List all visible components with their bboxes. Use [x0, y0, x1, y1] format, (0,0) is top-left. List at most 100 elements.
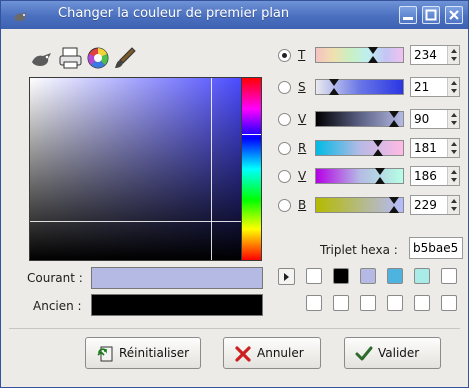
- channel-letter: V: [298, 169, 307, 183]
- slider-marker-bottom: [368, 56, 378, 63]
- channel-slider[interactable]: [315, 79, 404, 95]
- channel-letter: T: [298, 48, 306, 62]
- color-wheel-icon: [87, 47, 109, 69]
- slider-marker-top: [389, 197, 399, 204]
- watercolor-brush-icon: [115, 47, 136, 68]
- reset-label: Réinitialiser: [119, 346, 190, 360]
- history-swatch[interactable]: [306, 295, 322, 311]
- spin-up-icon[interactable]: [451, 170, 457, 174]
- spin-down-icon[interactable]: [451, 89, 457, 93]
- maximize-button[interactable]: [422, 6, 440, 24]
- previous-color-swatch[interactable]: [91, 294, 263, 316]
- tab-watercolor[interactable]: [112, 45, 138, 71]
- channel-slider[interactable]: [315, 197, 404, 213]
- slider-marker-bottom: [329, 88, 339, 95]
- history-swatch[interactable]: [360, 295, 376, 311]
- history-swatch[interactable]: [387, 295, 403, 311]
- ok-button[interactable]: Valider: [344, 337, 441, 369]
- spin-down-icon[interactable]: [451, 178, 457, 182]
- slider-marker-top: [373, 140, 383, 147]
- hue-strip[interactable]: [241, 77, 262, 261]
- channel-value-input[interactable]: [411, 139, 447, 157]
- maximize-icon: [425, 9, 437, 21]
- reset-icon: [97, 346, 113, 362]
- channel-radio[interactable]: [278, 142, 291, 155]
- previous-label: Ancien :: [33, 299, 82, 313]
- channel-value-input[interactable]: [411, 167, 447, 185]
- channel-slider[interactable]: [315, 168, 404, 184]
- spin-arrows[interactable]: [447, 196, 459, 214]
- channel-radio[interactable]: [278, 113, 291, 126]
- history-swatch[interactable]: [387, 268, 403, 284]
- tab-cmyk[interactable]: [58, 45, 84, 71]
- channel-radio[interactable]: [278, 49, 291, 62]
- cancel-button[interactable]: Annuler: [223, 337, 321, 369]
- current-label: Courant :: [27, 271, 83, 285]
- channel-letter: S: [298, 80, 306, 94]
- sv-crosshair-vertical: [211, 78, 212, 260]
- title-bar[interactable]: Changer la couleur de premier plan: [1, 1, 468, 29]
- spin-up-icon[interactable]: [451, 113, 457, 117]
- history-swatch[interactable]: [414, 295, 430, 311]
- history-swatch[interactable]: [360, 268, 376, 284]
- current-color-swatch: [91, 267, 263, 289]
- channel-letter: B: [298, 198, 307, 212]
- channel-radio[interactable]: [278, 170, 291, 183]
- add-to-history-button[interactable]: [278, 268, 295, 285]
- channel-value-input[interactable]: [411, 196, 447, 214]
- spin-down-icon[interactable]: [451, 57, 457, 61]
- slider-marker-top: [375, 168, 385, 175]
- history-swatch[interactable]: [333, 295, 349, 311]
- spin-arrows[interactable]: [447, 139, 459, 157]
- spin-down-icon[interactable]: [451, 150, 457, 154]
- close-icon: [449, 10, 459, 20]
- channel-spinbutton[interactable]: [410, 77, 460, 97]
- history-swatch[interactable]: [441, 295, 457, 311]
- minimize-button[interactable]: [399, 6, 417, 24]
- spin-up-icon[interactable]: [451, 199, 457, 203]
- channel-value-input[interactable]: [411, 78, 447, 96]
- channel-spinbutton[interactable]: [410, 109, 460, 129]
- close-button[interactable]: [445, 6, 463, 24]
- history-swatch[interactable]: [414, 268, 430, 284]
- spin-down-icon[interactable]: [451, 207, 457, 211]
- reset-button[interactable]: Réinitialiser: [85, 337, 201, 369]
- spin-down-icon[interactable]: [451, 121, 457, 125]
- hue-marker: [242, 134, 261, 135]
- channel-value-input[interactable]: [411, 110, 447, 128]
- channel-letter: V: [298, 112, 307, 126]
- channel-spinbutton[interactable]: [410, 195, 460, 215]
- hex-label: Triplet hexa :: [320, 243, 398, 257]
- saturation-value-area[interactable]: [29, 77, 262, 261]
- channel-slider[interactable]: [315, 111, 404, 127]
- spin-up-icon[interactable]: [451, 81, 457, 85]
- spin-up-icon[interactable]: [451, 49, 457, 53]
- history-swatch[interactable]: [306, 268, 322, 284]
- cmyk-printer-icon: [59, 47, 82, 69]
- channel-slider[interactable]: [315, 47, 404, 63]
- channel-spinbutton[interactable]: [410, 166, 460, 186]
- channel-value-input[interactable]: [411, 46, 447, 64]
- slider-marker-bottom: [389, 206, 399, 213]
- spin-arrows[interactable]: [447, 167, 459, 185]
- color-dialog-window: Changer la couleur de premier plan Coura…: [0, 0, 469, 388]
- tab-color-wheel[interactable]: [85, 45, 111, 71]
- history-swatch[interactable]: [333, 268, 349, 284]
- hex-field[interactable]: [409, 237, 463, 259]
- ok-label: Valider: [378, 346, 420, 360]
- channel-spinbutton[interactable]: [410, 45, 460, 65]
- minimize-icon: [403, 17, 413, 20]
- spin-arrows[interactable]: [447, 78, 459, 96]
- tab-gimp-selector[interactable]: [29, 45, 55, 71]
- channel-radio[interactable]: [278, 81, 291, 94]
- channel-spinbutton[interactable]: [410, 138, 460, 158]
- gimp-selector-icon: [32, 53, 51, 66]
- spin-up-icon[interactable]: [451, 142, 457, 146]
- channel-letter: R: [298, 141, 307, 155]
- spin-arrows[interactable]: [447, 110, 459, 128]
- spin-arrows[interactable]: [447, 46, 459, 64]
- channel-radio[interactable]: [278, 199, 291, 212]
- history-swatch[interactable]: [441, 268, 457, 284]
- channel-slider[interactable]: [315, 140, 404, 156]
- hex-input[interactable]: [410, 238, 462, 258]
